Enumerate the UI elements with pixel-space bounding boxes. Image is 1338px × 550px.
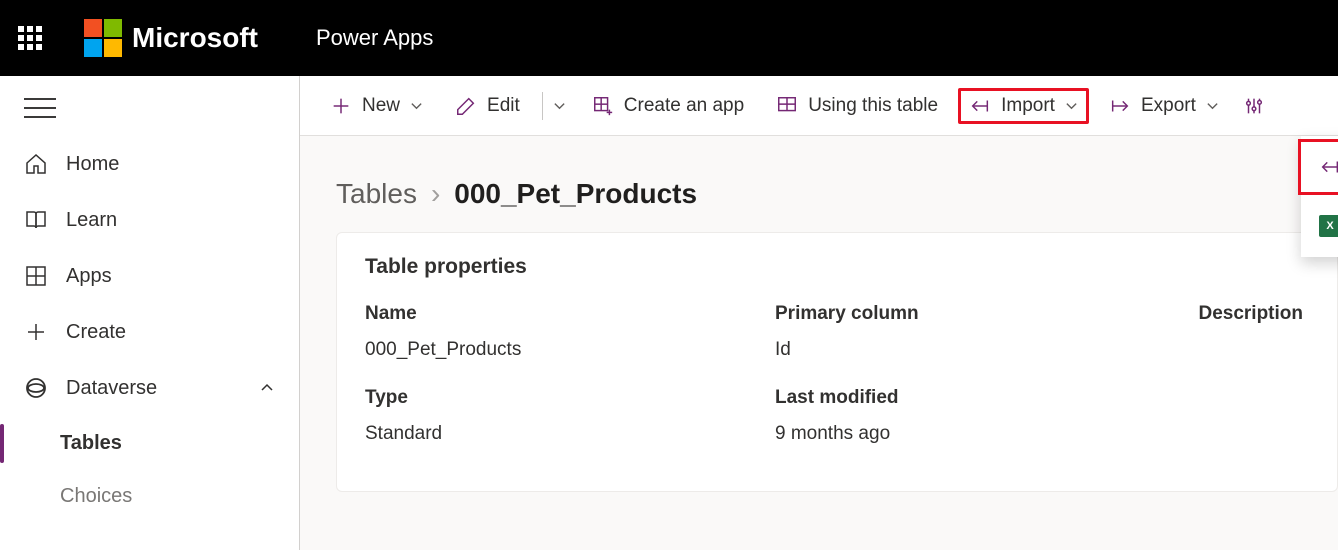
pencil-icon bbox=[455, 95, 477, 117]
card-title: Table properties bbox=[365, 255, 1309, 279]
sidebar-item-dataverse[interactable]: Dataverse bbox=[0, 360, 299, 416]
sidebar-item-tables[interactable]: Tables bbox=[0, 416, 299, 471]
plus-icon bbox=[24, 320, 48, 344]
app-name-label: Power Apps bbox=[316, 25, 433, 51]
import-excel-item[interactable]: X Import data from Excel bbox=[1301, 201, 1338, 251]
book-icon bbox=[24, 208, 48, 232]
cmd-label: New bbox=[362, 95, 400, 117]
chevron-down-icon bbox=[1206, 99, 1219, 112]
import-icon bbox=[969, 95, 991, 117]
create-app-button[interactable]: Create an app bbox=[580, 87, 756, 125]
label-name: Name bbox=[365, 303, 775, 331]
grid-icon bbox=[24, 264, 48, 288]
home-icon bbox=[24, 152, 48, 176]
chevron-down-icon bbox=[1065, 99, 1078, 112]
sidebar-label: Home bbox=[66, 153, 119, 176]
chevron-up-icon bbox=[259, 380, 275, 396]
label-primary-column: Primary column bbox=[775, 303, 1185, 331]
value-last-modified: 9 months ago bbox=[775, 423, 1185, 463]
sidebar-label: Learn bbox=[66, 209, 117, 232]
app-launcher-icon[interactable] bbox=[18, 26, 42, 50]
plus-icon bbox=[330, 95, 352, 117]
hamburger-icon[interactable] bbox=[24, 98, 56, 118]
label-type: Type bbox=[365, 387, 775, 415]
value-primary-column: Id bbox=[775, 339, 1185, 379]
sidebar-label: Choices bbox=[60, 485, 132, 507]
export-icon bbox=[1109, 95, 1131, 117]
microsoft-logo-icon bbox=[84, 19, 122, 57]
value-type: Standard bbox=[365, 423, 775, 463]
new-button[interactable]: New bbox=[318, 87, 435, 125]
import-data-item[interactable]: Import data bbox=[1298, 139, 1338, 195]
sidebar-item-home[interactable]: Home bbox=[0, 136, 299, 192]
edit-button[interactable]: Edit bbox=[443, 87, 532, 125]
cmd-label: Export bbox=[1141, 95, 1196, 117]
import-dropdown: Import data X Import data from Excel bbox=[1301, 136, 1338, 257]
value-name: 000_Pet_Products bbox=[365, 339, 775, 379]
cmd-label: Create an app bbox=[624, 95, 744, 117]
chevron-right-icon: › bbox=[431, 178, 440, 210]
cmd-label: Using this table bbox=[808, 95, 938, 117]
chevron-down-icon[interactable] bbox=[553, 99, 566, 112]
table-properties-card: Table properties Name Primary column Des… bbox=[336, 232, 1338, 492]
breadcrumb-current: 000_Pet_Products bbox=[454, 178, 697, 210]
label-description: Description bbox=[1185, 303, 1309, 331]
sidebar-label: Dataverse bbox=[66, 377, 157, 400]
sidebar-item-create[interactable]: Create bbox=[0, 304, 299, 360]
app-plus-icon bbox=[592, 95, 614, 117]
sidebar-label: Apps bbox=[66, 265, 112, 288]
sidebar-label: Tables bbox=[60, 432, 122, 455]
command-bar: New Edit Create an app bbox=[300, 76, 1338, 136]
excel-icon: X bbox=[1319, 215, 1338, 237]
import-icon bbox=[1319, 156, 1338, 178]
breadcrumb-root[interactable]: Tables bbox=[336, 178, 417, 210]
cmd-label: Import bbox=[1001, 95, 1055, 117]
sidebar-item-choices[interactable]: Choices bbox=[0, 471, 299, 516]
label-last-modified: Last modified bbox=[775, 387, 1185, 415]
main-content: New Edit Create an app bbox=[300, 76, 1338, 550]
breadcrumb: Tables › 000_Pet_Products bbox=[336, 178, 1302, 210]
sidebar-item-apps[interactable]: Apps bbox=[0, 248, 299, 304]
sidebar: Home Learn Apps Create Datavers bbox=[0, 76, 300, 550]
sidebar-item-learn[interactable]: Learn bbox=[0, 192, 299, 248]
using-this-table-button[interactable]: Using this table bbox=[764, 87, 950, 125]
top-header: Microsoft Power Apps bbox=[0, 0, 1338, 76]
divider bbox=[542, 92, 543, 120]
cmd-label: Edit bbox=[487, 95, 520, 117]
microsoft-logo: Microsoft bbox=[84, 19, 258, 57]
table-icon bbox=[776, 95, 798, 117]
import-button[interactable]: Import bbox=[958, 88, 1089, 124]
sidebar-label: Create bbox=[66, 321, 126, 344]
microsoft-wordmark: Microsoft bbox=[132, 22, 258, 54]
dataverse-icon bbox=[24, 376, 48, 400]
export-button[interactable]: Export bbox=[1097, 87, 1231, 125]
settings-icon[interactable] bbox=[1243, 95, 1265, 117]
chevron-down-icon bbox=[410, 99, 423, 112]
